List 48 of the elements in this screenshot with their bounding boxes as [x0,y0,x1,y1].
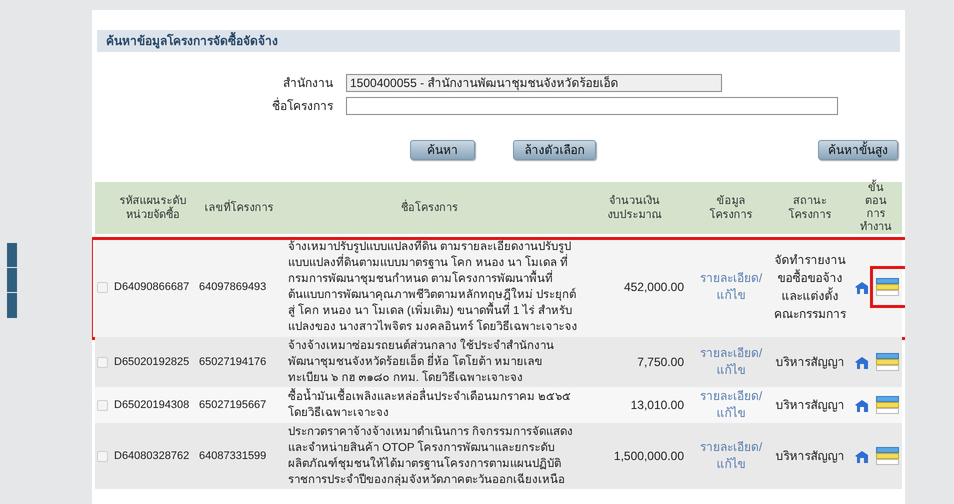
house-icon[interactable] [854,280,869,294]
list-icon[interactable] [876,396,899,414]
house-icon[interactable] [854,354,869,370]
column-header: ขั้น ตอน การ ทำงาน [860,182,892,234]
input-field[interactable] [346,97,838,115]
field-label: สำนักงาน [282,75,333,92]
project-number: 65027194176 [199,355,266,370]
project-name: ซื้อน้ำมันเชื้อเพลิงและหล่อลื่นประจำเดือนมกราคม ๒๕๖๕ โดยวิธีเฉพาะเจาะจง [288,389,572,421]
amount: 13,010.00 [630,397,684,413]
button[interactable]: ล้างตัวเลือก [513,140,596,160]
house-icon[interactable] [854,448,869,464]
project-status: บริหารสัญญา [776,448,844,465]
column-header: รหัสแผนระดับ หน่วยจัดซื้อ [120,194,186,222]
column-header: ชื่อโครงการ [401,201,458,215]
project-status: บริหารสัญญา [776,397,844,414]
checkbox[interactable] [97,282,108,292]
project-number: 64097869493 [199,280,266,295]
plan-code: D64090866687 [114,280,190,295]
plan-code: D65020194308 [114,398,190,413]
list-icon[interactable] [876,447,899,465]
project-number: 65027195667 [199,398,266,413]
column-header: จำนวนเงิน งบประมาณ [608,194,662,222]
button[interactable]: ค้นหา [410,140,475,160]
project-number: 64087331599 [199,449,266,464]
checkbox[interactable] [97,450,108,462]
house-icon[interactable] [854,398,869,412]
list-icon[interactable] [876,353,899,371]
project-status: จัดทำรายงาน ขอซื้อขอจ้าง และแต่งตั้ง คณะกรรมการ [774,252,846,323]
column-header: ข้อมูล โครงการ [710,194,752,222]
project-name: ประกวดราคาจ้างจ้างเหมาดำเนินการ กิจกรรมการจัดแสดง และจำหน่ายสินค้า OTOP โครงการพัฒนาและยกระดับ ผลิตภัณฑ์ชุมชนให้ได้มาตรฐานโครงการตามแผนปฏิบัติ ราชการประจำปีของกลุ่มจังหวัดภาคตะวันออกเฉียงเหนือ [288,424,574,488]
column-header: เลขที่โครงการ [204,201,274,215]
button[interactable]: ค้นหาขั้นสูง [818,140,898,160]
column-header: สถานะ โครงการ [788,194,832,222]
amount: 1,500,000.00 [614,448,684,464]
details-link[interactable]: รายละเอียด/ แก้ไข [700,388,762,422]
plan-code: D65020192825 [114,355,190,370]
field-label: ชื่อโครงการ [271,97,333,115]
project-name: จ้างเหมาปรับรูปแบบแปลงที่ดิน ตามรายละเอียดงานปรับรูป แบบแปลงที่ดินตามแบบมาตรฐาน โคก หนอง นา โมเดล ที่ กรมการพัฒนาชุมชนกำหนด ตามโครงการพัฒนาพื้นที่ ต้นแบบการพัฒนาคุณภาพชีวิตตามหลักทฤษฎีใหม่ ประยุกต์ สู่ โคก หนอง นา โมเดล (เพิ่มเติม) ขนาดพื้นที่ 1 ไร่ สำหรับ แปลงของ นางสาวไพจิตร มงคลอินทร์ โดยวิธีเฉพาะเจาะจง [288,239,578,335]
amount: 452,000.00 [624,279,684,295]
amount: 7,750.00 [637,354,684,370]
checkbox[interactable] [97,400,108,410]
project-name: จ้างจ้างเหมาซ่อมรถยนต์ส่วนกลาง ใช้ประจำสำนักงาน พัฒนาชุมชนจังหวัดร้อยเอ็ด ยี่ห้อ โตโยต้า หมายเลข ทะเบียน ๖ กฮ ๓๑๘๐ กทม. โดยวิธีเฉพาะเจาะจง [288,338,554,386]
project-status: บริหารสัญญา [776,354,844,371]
checkbox[interactable] [97,356,108,368]
details-link[interactable]: รายละเอียด/ แก้ไข [700,270,762,304]
section-title: ค้นหาข้อมูลโครงการจัดซื้อจัดจ้าง [106,32,278,50]
list-icon[interactable] [876,278,899,296]
plan-code: D64080328762 [114,449,190,464]
